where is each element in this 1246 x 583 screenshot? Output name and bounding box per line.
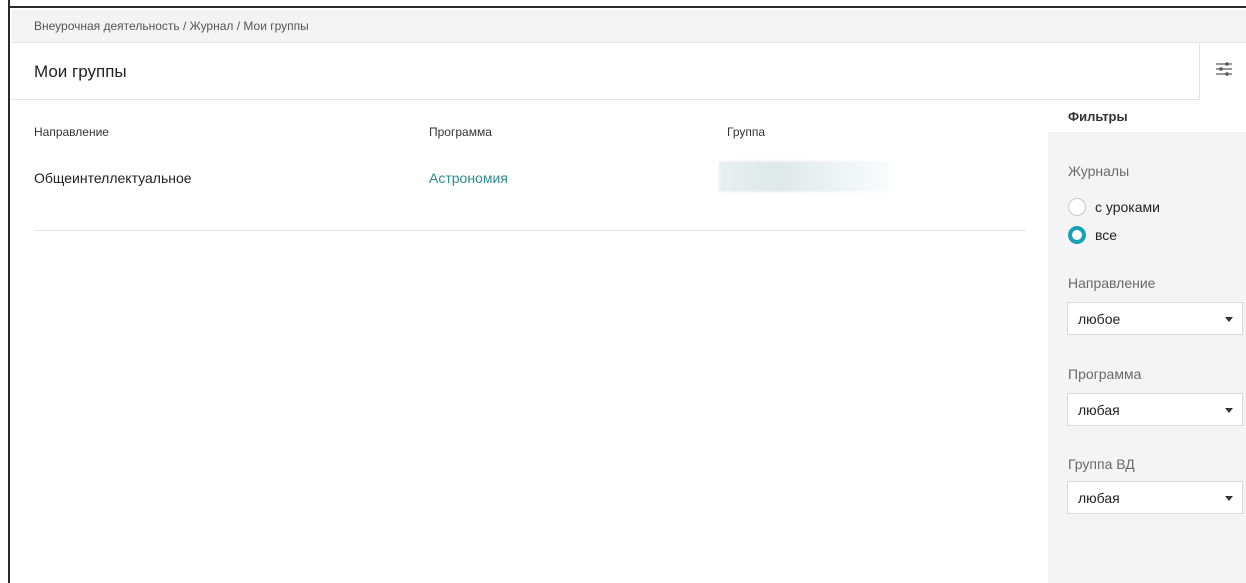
direction-select[interactable]: любое	[1067, 302, 1243, 335]
group-vd-select-value: любая	[1078, 490, 1120, 506]
title-bar: Мои группы	[12, 43, 1199, 100]
radio-with-lessons[interactable]: с уроками	[1068, 197, 1160, 217]
column-header-group: Группа	[727, 125, 766, 139]
page-title: Мои группы	[34, 62, 127, 81]
groups-table: Направление Программа Группа Общеинтелле…	[12, 100, 1048, 583]
radio-label: все	[1095, 227, 1118, 243]
filters-header: Фильтры	[1048, 100, 1246, 132]
chevron-down-icon	[1225, 496, 1233, 501]
row-direction: Общеинтеллектуальное	[34, 170, 192, 186]
filters-title: Фильтры	[1068, 109, 1128, 124]
filters-panel: Фильтры Журналы с уроками все Направлени…	[1048, 100, 1246, 583]
row-program-link[interactable]: Астрономия	[429, 170, 508, 186]
window-top-border	[0, 0, 1246, 8]
filter-toggle-button[interactable]	[1199, 43, 1246, 100]
radio-label: с уроками	[1095, 199, 1160, 215]
sliders-icon	[1216, 62, 1232, 76]
program-select-value: любая	[1078, 402, 1120, 418]
breadcrumb-bar: Внеурочная деятельность / Журнал / Мои г…	[12, 10, 1246, 43]
program-filter-label: Программа	[1068, 366, 1142, 382]
radio-all[interactable]: все	[1068, 225, 1117, 245]
direction-select-value: любое	[1078, 311, 1121, 327]
journals-label: Журналы	[1068, 163, 1130, 179]
group-vd-filter-label: Группа ВД	[1068, 456, 1135, 472]
column-header-direction: Направление	[34, 125, 109, 139]
program-select[interactable]: любая	[1067, 393, 1243, 426]
row-group-redacted[interactable]	[719, 161, 889, 192]
breadcrumb[interactable]: Внеурочная деятельность / Журнал / Мои г…	[34, 19, 309, 33]
chevron-down-icon	[1225, 317, 1233, 322]
column-header-program: Программа	[429, 125, 492, 139]
row-divider	[34, 230, 1026, 231]
radio-button-checked[interactable]	[1068, 226, 1086, 244]
group-vd-select[interactable]: любая	[1067, 481, 1243, 514]
chevron-down-icon	[1225, 408, 1233, 413]
direction-filter-label: Направление	[1068, 275, 1156, 291]
radio-button[interactable]	[1068, 198, 1086, 216]
window-left-border	[0, 0, 10, 583]
